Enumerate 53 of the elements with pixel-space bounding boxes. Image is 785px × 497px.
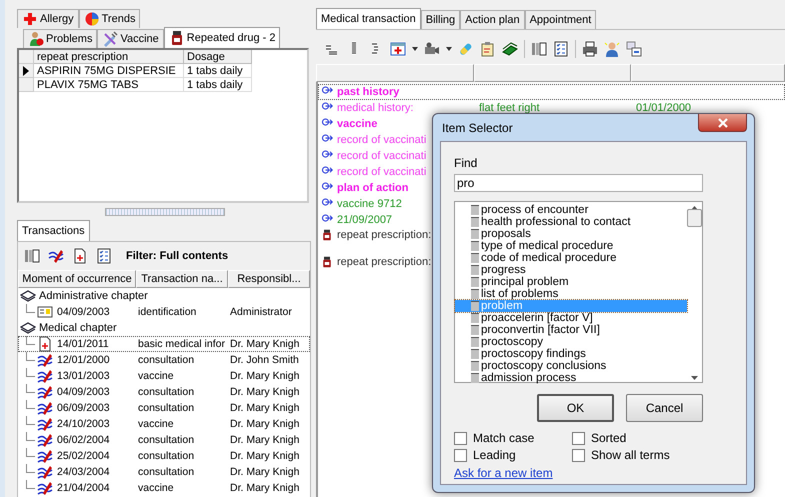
table-cell-text: consultation [137,449,196,464]
table-cell-text: 14/01/2011 [56,337,109,352]
entry-label: 21/09/2007 [337,213,392,228]
table-cell-text: 24/10/2003 [56,417,110,432]
table-cell-text: 13/01/2003 [56,369,110,384]
table-cell-text: 04/09/2003 [56,305,110,320]
table-cell-text: consultation [137,401,196,416]
entry-label: vaccine 9712 [337,197,402,212]
table-cell-text: vaccine [137,369,175,384]
table-cell-text: 04/09/2003 [56,385,110,400]
table-cell-text: 21/04/2004 [56,481,110,496]
table-cell: ASPIRIN 75MG DISPERSIE [34,64,184,78]
entry-label: plan of action [337,181,408,196]
table-cell-text: consultation [137,385,196,400]
entry-value: 01/01/2000 [636,101,692,116]
table-cell-text: consultation [137,465,196,480]
table-cell: 1 tabs daily [184,78,252,92]
find-label: Find [454,156,478,170]
table-cell-text: Dr. Mary Knigh [229,433,300,448]
entry-label: vaccine [337,117,378,132]
entry-label: repeat prescription: [337,228,432,242]
table-cell-text: 12/01/2000 [56,353,110,368]
table-cell-text: 06/09/2003 [56,401,110,416]
table-cell-text: Dr. John Smith [229,353,300,368]
entry-label: record of vaccinati [337,149,426,164]
table-cell-text: 06/02/2004 [56,433,110,448]
table-cell-text: Dr. Mary Knigh [229,337,300,352]
table-cell-text: 25/02/2004 [56,449,110,464]
table-cell-text: Dr. Mary Knigh [229,465,300,480]
entry-label: repeat prescription: [337,255,432,269]
table-cell-text: basic medical infor [137,337,226,352]
table-cell-text: Dr. Mary Knigh [229,401,300,416]
table-cell-text: Dr. Mary Knigh [229,385,300,400]
table-cell-text: Dr. Mary Knigh [229,481,300,496]
entry-label: record of vaccinati [337,133,426,148]
table-cell-text: Dr. Mary Knigh [229,369,300,384]
table-cell-text: 24/03/2004 [56,465,110,480]
entry-value: flat feet right [479,101,540,116]
filter-label: Filter: Full contents [126,250,228,262]
table-cell-text: vaccine [137,481,175,496]
table-cell: 1 tabs daily [184,64,252,78]
entry-label: medical history: [337,101,414,116]
table-cell-text: Dr. Mary Knigh [229,449,300,464]
table-cell: PLAVIX 75MG TABS [34,78,184,92]
entry-label: past history [337,85,400,100]
table-cell-text: consultation [137,353,196,368]
table-cell-text: identification [137,305,198,320]
window-title: Item Selector [442,120,513,134]
entry-label: record of vaccinati [337,165,426,180]
table-cell-text: Dr. Mary Knigh [229,417,300,432]
table-cell-text: Administrator [229,305,293,320]
table-cell-text: vaccine [137,417,175,432]
table-cell-text: consultation [137,433,196,448]
